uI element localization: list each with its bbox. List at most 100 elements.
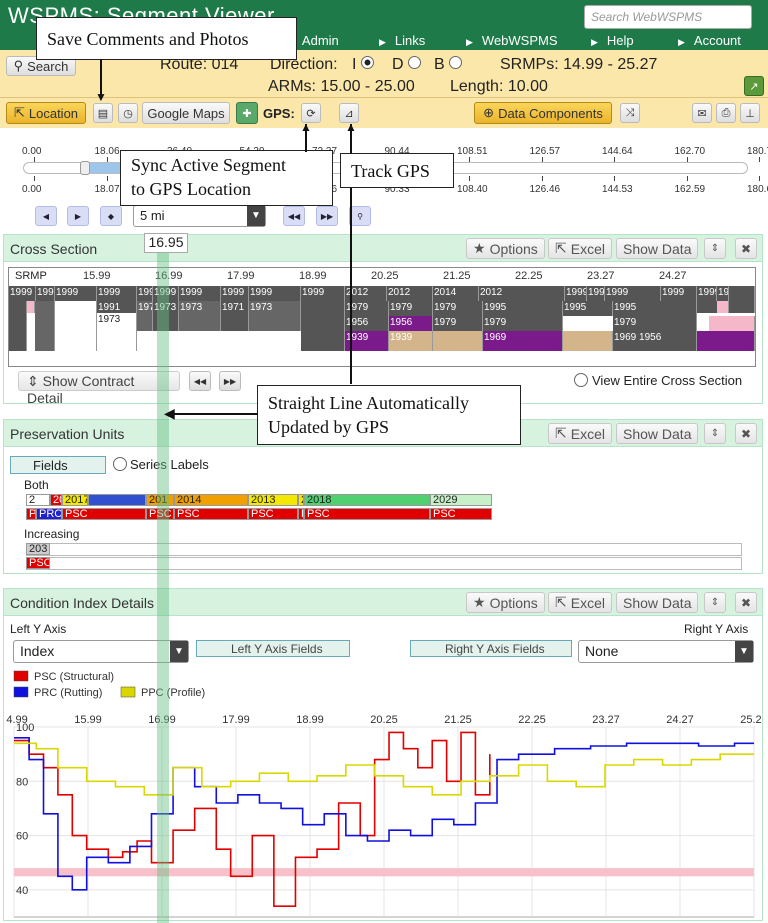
add-button[interactable]: ✚ bbox=[236, 102, 258, 124]
view-entire-checkbox[interactable] bbox=[574, 373, 588, 387]
slider-tick-mark bbox=[759, 176, 760, 181]
slider-tick: 0.00 bbox=[22, 184, 42, 195]
cross-section-header: Cross Section ★ Options ⇱ Excel Show Data … bbox=[4, 235, 762, 262]
cross-section-layer: 1979 bbox=[483, 316, 563, 331]
preservation-excel-button[interactable]: ⇱ Excel bbox=[548, 423, 612, 444]
condition-header: Condition Index Details ★ Options ⇱ Excel … bbox=[4, 589, 762, 616]
cross-section-sort-button[interactable]: ⇕ bbox=[704, 238, 726, 259]
x-tick-label: 17.99 bbox=[222, 714, 250, 726]
right-axis-fields-button[interactable]: Right Y Axis Fields bbox=[410, 640, 572, 657]
cross-section-layer: 1971 bbox=[221, 301, 249, 331]
condition-close-button[interactable]: ✖ bbox=[735, 592, 757, 613]
preservation-show-data-button[interactable]: Show Data bbox=[616, 423, 699, 444]
preservation-type-bar: P bbox=[26, 508, 36, 520]
plus-circle-icon: ⊕ bbox=[483, 105, 495, 120]
both-label: Both bbox=[24, 478, 49, 492]
callout-straight-line: Straight Line Automatically Updated by G… bbox=[257, 385, 521, 445]
pin-icon: ⊥ bbox=[745, 107, 755, 120]
fields-button[interactable]: Fields bbox=[10, 456, 106, 474]
slider-tick: 18.07 bbox=[94, 184, 120, 195]
cross-section-layer: 1973 bbox=[97, 313, 137, 351]
legend-swatch bbox=[13, 670, 29, 682]
cross-section-axis-tick: 17.99 bbox=[227, 270, 255, 282]
y-tick-label: 40 bbox=[16, 885, 28, 897]
x-tick-label: 21.25 bbox=[444, 714, 472, 726]
cross-section-options-button[interactable]: ★ Options bbox=[466, 238, 545, 259]
nav-webwspms[interactable]: ▶ WebWSPMS bbox=[466, 33, 558, 48]
slider-tick-mark bbox=[469, 176, 470, 181]
condition-show-data-button[interactable]: Show Data bbox=[616, 592, 699, 613]
preservation-sort-button[interactable]: ⇕ bbox=[704, 423, 726, 444]
cross-section-show-data-button[interactable]: Show Data bbox=[616, 238, 699, 259]
increasing-track-year bbox=[26, 543, 742, 556]
google-maps-button[interactable]: Google Maps bbox=[142, 102, 230, 124]
cs-prev-button[interactable]: ◀◀ bbox=[189, 371, 211, 391]
sync-icon: ⟳ bbox=[306, 107, 316, 120]
preservation-year-bar bbox=[88, 494, 146, 506]
web-search-input[interactable]: Search WebWSPMS bbox=[584, 5, 752, 29]
slider-handle[interactable] bbox=[80, 161, 90, 175]
left-axis-fields-button[interactable]: Left Y Axis Fields bbox=[196, 640, 350, 657]
series-labels-checkbox[interactable] bbox=[113, 457, 127, 471]
srmp-label: SRMP bbox=[15, 270, 47, 282]
direction-option-d[interactable]: D bbox=[392, 56, 422, 74]
direction-option-i[interactable]: I bbox=[352, 56, 374, 74]
cross-section-close-button[interactable]: ✖ bbox=[735, 238, 757, 259]
cross-section-excel-button[interactable]: ⇱ Excel bbox=[548, 238, 612, 259]
condition-options-button[interactable]: ★ Options bbox=[466, 592, 545, 613]
print-button[interactable]: ⎙ bbox=[716, 103, 736, 123]
expand-icon[interactable]: ↗ bbox=[744, 76, 764, 96]
mail-button[interactable]: ✉ bbox=[692, 103, 712, 123]
cross-section-layer: 1999 bbox=[717, 286, 729, 301]
x-tick-label: 24.27 bbox=[666, 714, 694, 726]
rss-icon: ⊿ bbox=[344, 107, 354, 120]
condition-excel-button[interactable]: ⇱ Excel bbox=[548, 592, 612, 613]
slider-tick-mark bbox=[759, 157, 760, 162]
zoom-out-button[interactable]: ◀◀ bbox=[283, 206, 305, 226]
center-button[interactable]: ◆ bbox=[100, 206, 122, 226]
slider-tick-mark bbox=[34, 176, 35, 181]
shuffle-button[interactable]: ⤨ bbox=[620, 103, 640, 123]
zoom-in-button[interactable]: ▶▶ bbox=[316, 206, 338, 226]
shuffle-icon: ⤨ bbox=[625, 106, 635, 119]
preservation-year-bar: 2014 bbox=[174, 494, 248, 506]
history-button[interactable]: ◷ bbox=[118, 103, 138, 123]
search-icon: ⚲ bbox=[13, 58, 24, 73]
data-components-button[interactable]: ⊕ Data Components bbox=[474, 102, 612, 124]
range-select[interactable]: 5 mi ▼ bbox=[133, 205, 266, 227]
direction-option-b[interactable]: B bbox=[434, 56, 463, 74]
condition-sort-button[interactable]: ⇕ bbox=[704, 592, 726, 613]
preservation-title: Preservation Units bbox=[10, 426, 125, 442]
cross-section-layer: 1999 bbox=[36, 286, 55, 301]
condition-index-panel: Condition Index Details ★ Options ⇱ Excel … bbox=[3, 588, 763, 921]
condition-index-chart: PSC (Structural) PRC (Rutting) PPC (Profil… bbox=[6, 670, 762, 918]
cross-section-layer: 1979 bbox=[433, 316, 483, 331]
nav-account[interactable]: ▶ Account bbox=[678, 33, 741, 48]
nav-help[interactable]: ▶ Help bbox=[591, 33, 634, 48]
preservation-close-button[interactable]: ✖ bbox=[735, 423, 757, 444]
cross-section-layer: 1999 bbox=[9, 286, 36, 301]
preservation-type-bar: PSC bbox=[248, 508, 298, 520]
increasing-type-bar: PSC bbox=[26, 557, 50, 569]
cross-section-title: Cross Section bbox=[10, 241, 98, 257]
cross-section-layer: 1991 bbox=[97, 301, 137, 313]
cross-section-layer: 1999 bbox=[587, 286, 605, 301]
prev-button[interactable]: ▶ bbox=[67, 206, 89, 226]
slider-tick: 108.51 bbox=[457, 146, 488, 157]
right-axis-select[interactable]: None ▼ bbox=[578, 640, 754, 663]
cross-section-layer: 1995 bbox=[563, 301, 613, 316]
location-button[interactable]: ⇱ Location bbox=[6, 102, 86, 124]
view-entire-cross-section[interactable]: View Entire Cross Section bbox=[574, 373, 742, 388]
cs-next-button[interactable]: ▶▶ bbox=[219, 371, 241, 391]
cross-section-layer bbox=[729, 286, 755, 301]
slider-tick-mark bbox=[541, 176, 543, 181]
save-comments-button[interactable]: ▤ bbox=[93, 103, 113, 123]
slider-tick: 144.64 bbox=[602, 146, 633, 157]
show-contract-detail-button[interactable]: ⇕ Show Contract Detail bbox=[18, 371, 180, 406]
preservation-year-bar: 2011 bbox=[50, 494, 62, 506]
first-button[interactable]: ◀ bbox=[35, 206, 57, 226]
zoom-search-button[interactable]: ⚲ bbox=[349, 206, 371, 226]
pin-button[interactable]: ⊥ bbox=[740, 103, 760, 123]
nav-links[interactable]: ▶ Links bbox=[379, 33, 425, 48]
cross-section-layer: 1973 bbox=[179, 301, 221, 331]
